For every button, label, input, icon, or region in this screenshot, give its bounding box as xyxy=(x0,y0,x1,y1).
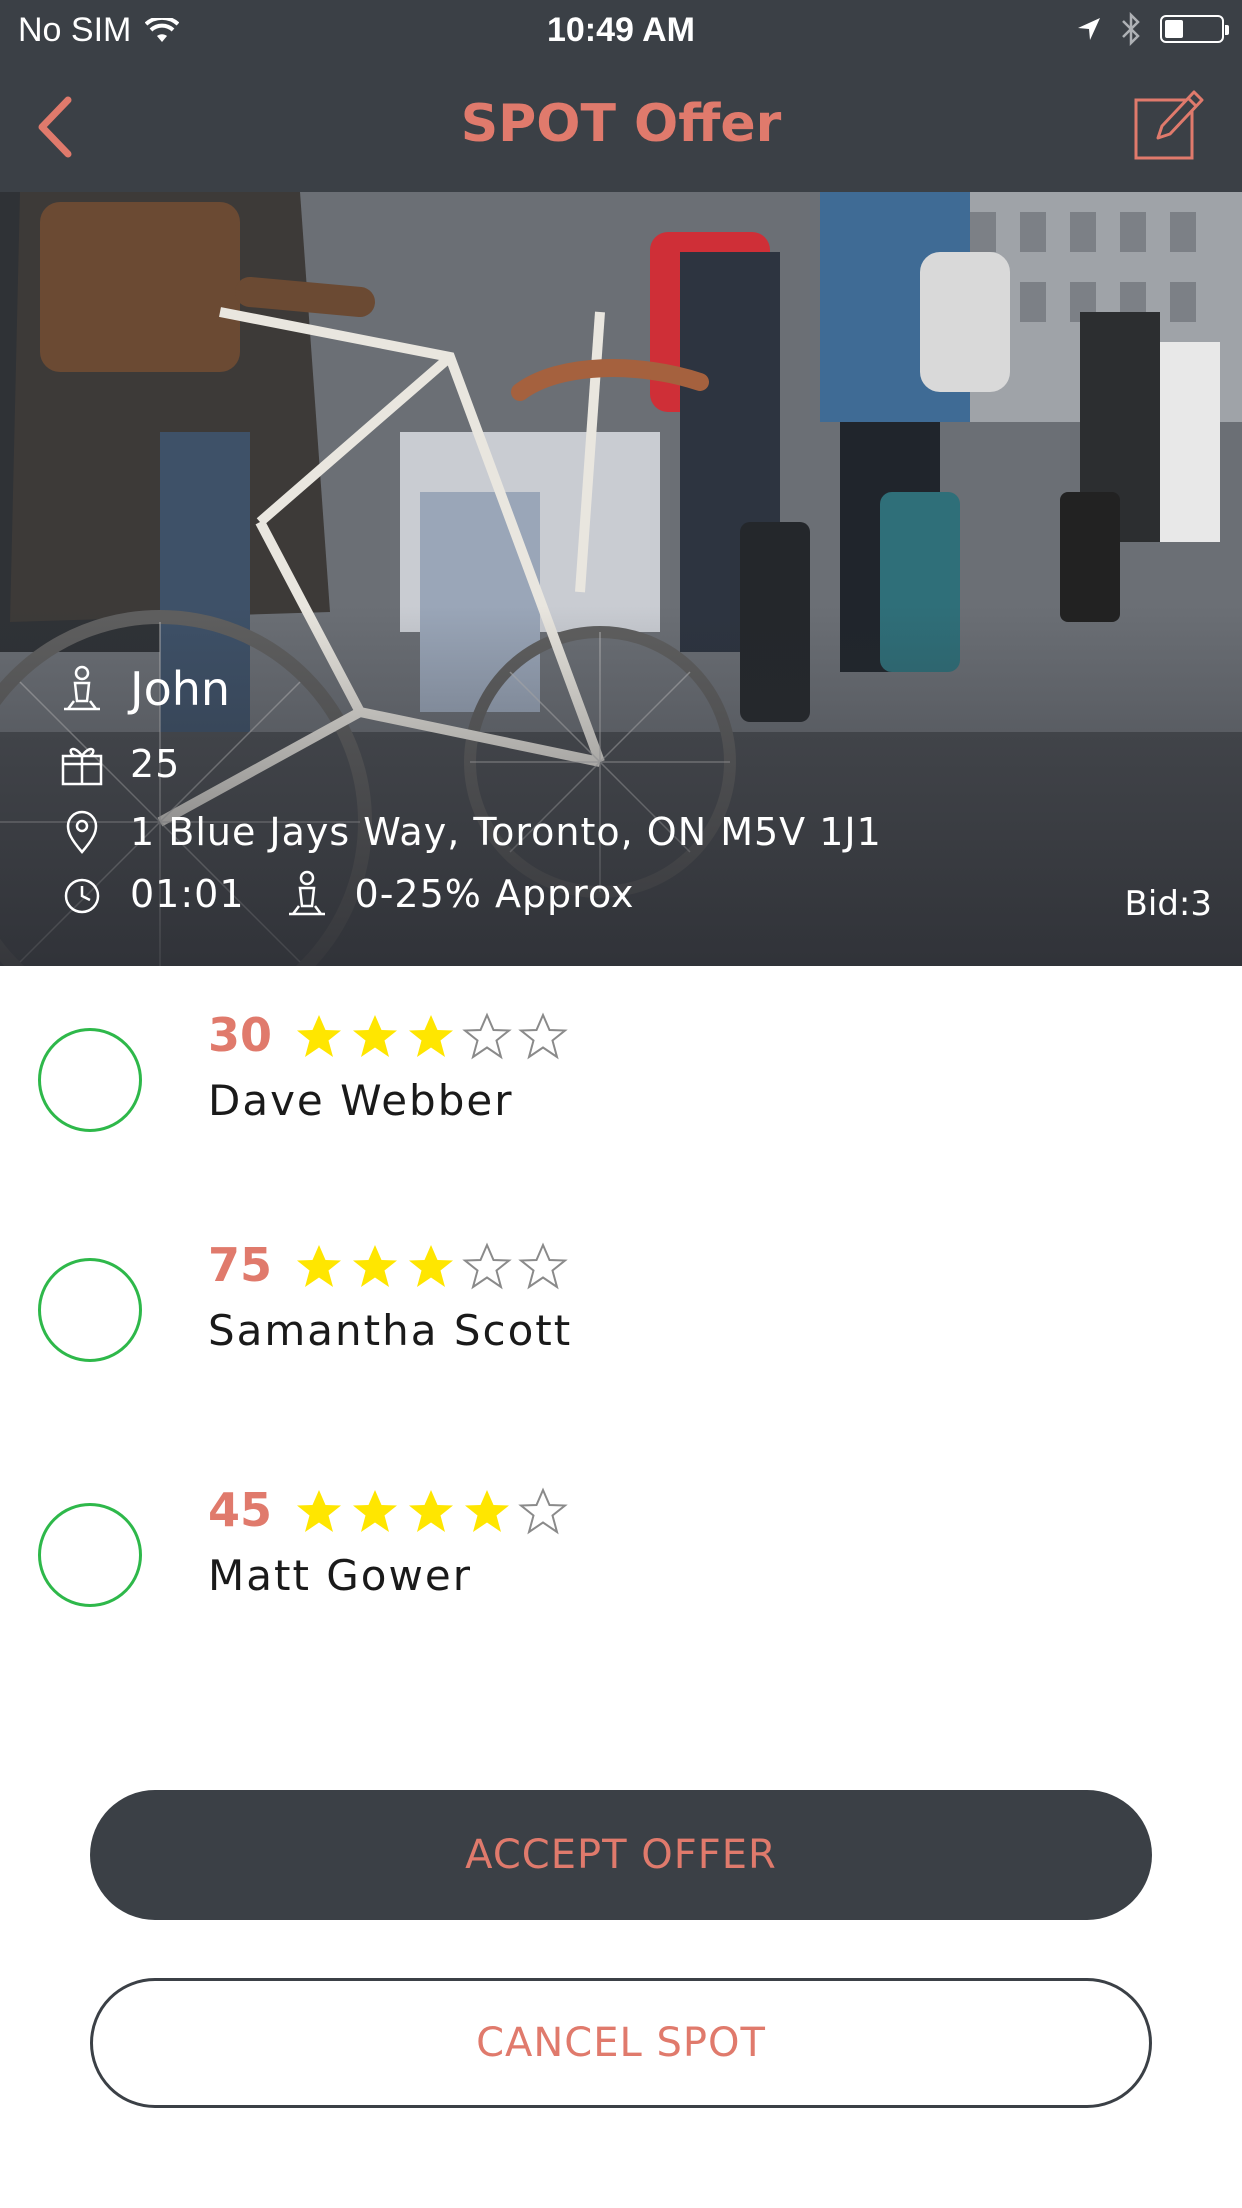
spot-meta-row: 01:01 0-25% Approx xyxy=(60,870,635,918)
star-empty-icon xyxy=(518,1487,568,1535)
status-right xyxy=(1076,12,1229,46)
bluetooth-icon xyxy=(1122,12,1140,46)
star-filled-icon xyxy=(409,1015,453,1057)
offer-name: Samantha Scott xyxy=(208,1306,573,1355)
nav-bar: SPOT Offer xyxy=(0,62,1242,194)
offer-name: Matt Gower xyxy=(208,1551,472,1600)
battery-level xyxy=(1165,20,1183,38)
person-icon xyxy=(64,665,100,711)
offer-radio[interactable] xyxy=(38,1258,142,1362)
spot-address-row: 1 Blue Jays Way, Toronto, ON M5V 1J1 xyxy=(60,808,882,856)
star-filled-icon xyxy=(353,1015,397,1057)
person-icon xyxy=(288,870,325,916)
star-filled-icon xyxy=(297,1490,341,1532)
offer-item[interactable]: 30 Dave Webber xyxy=(0,990,1242,1180)
star-empty-icon xyxy=(462,1012,512,1060)
star-filled-icon xyxy=(409,1490,453,1532)
offer-radio[interactable] xyxy=(38,1028,142,1132)
status-time: 10:49 AM xyxy=(546,11,696,49)
offer-amount: 75 xyxy=(208,1238,273,1292)
page-title: SPOT Offer xyxy=(460,94,782,154)
rating-stars xyxy=(294,1242,568,1292)
offer-amount: 45 xyxy=(208,1483,273,1537)
gift-icon xyxy=(61,747,103,786)
location-arrow-icon xyxy=(1078,18,1100,40)
offer-item[interactable]: 45 Matt Gower xyxy=(0,1465,1242,1655)
clock-icon xyxy=(64,878,100,914)
rating-stars xyxy=(294,1487,568,1537)
star-empty-icon xyxy=(462,1242,512,1290)
cancel-spot-button[interactable]: CANCEL SPOT xyxy=(90,1978,1152,2108)
star-filled-icon xyxy=(465,1490,509,1532)
offer-radio[interactable] xyxy=(38,1503,142,1607)
accept-offer-button[interactable]: ACCEPT OFFER xyxy=(90,1790,1152,1920)
star-filled-icon xyxy=(409,1245,453,1287)
battery-icon xyxy=(1160,15,1229,43)
star-filled-icon xyxy=(297,1015,341,1057)
map-pin-icon xyxy=(66,810,98,854)
spot-time: 01:01 xyxy=(130,872,245,916)
status-bar: No SIM 10:49 AM xyxy=(0,0,1242,62)
offer-item[interactable]: 75 Samantha Scott xyxy=(0,1220,1242,1410)
bid-count: Bid:3 xyxy=(1124,884,1212,924)
star-filled-icon xyxy=(297,1245,341,1287)
offer-name: Dave Webber xyxy=(208,1076,514,1125)
spot-name: John xyxy=(130,662,231,716)
edit-icon[interactable] xyxy=(1132,84,1206,164)
spot-discount: 0-25% Approx xyxy=(354,872,635,916)
spot-hero: John 25 1 Blue Jays Way, Toronto, ON M5V… xyxy=(0,192,1242,966)
spot-quantity: 25 xyxy=(130,742,181,786)
spot-quantity-row: 25 xyxy=(60,740,180,788)
star-empty-icon xyxy=(518,1242,568,1290)
offer-amount: 30 xyxy=(208,1008,273,1062)
star-filled-icon xyxy=(353,1490,397,1532)
spot-name-row: John xyxy=(60,662,230,716)
star-empty-icon xyxy=(518,1012,568,1060)
spot-address: 1 Blue Jays Way, Toronto, ON M5V 1J1 xyxy=(130,810,882,854)
rating-stars xyxy=(294,1012,568,1062)
star-filled-icon xyxy=(353,1245,397,1287)
